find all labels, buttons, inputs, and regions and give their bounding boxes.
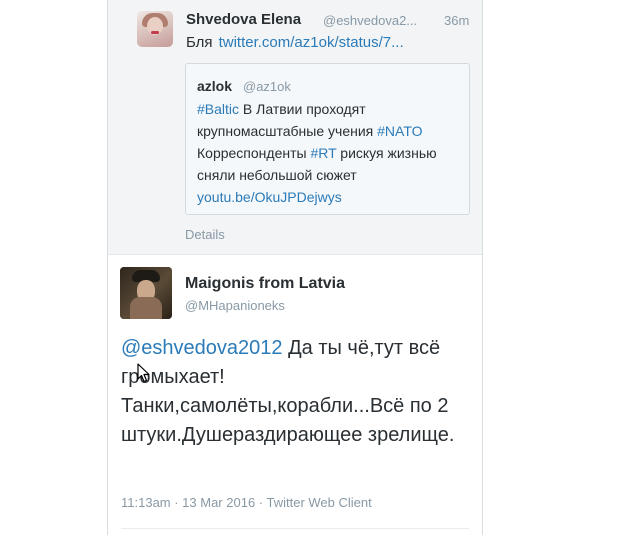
quoted-link[interactable]: youtu.be/OkuJPDejwys <box>197 189 342 205</box>
author-handle[interactable]: @MHapanioneks <box>185 298 285 313</box>
hashtag-rt[interactable]: #RT <box>310 145 336 161</box>
avatar[interactable] <box>137 11 173 47</box>
mention-link[interactable]: @eshvedova2012 <box>121 337 283 359</box>
tweet-text: Бля twitter.com/az1ok/status/7... <box>186 34 404 51</box>
tweet-column: Shvedova Elena @eshvedova2... 36m Бля twi… <box>107 0 483 535</box>
quoted-author-name[interactable]: azlok <box>197 78 232 94</box>
tweet-link[interactable]: twitter.com/az1ok/status/7... <box>219 34 404 51</box>
divider <box>121 528 469 529</box>
author-name[interactable]: Shvedova Elena <box>186 11 301 28</box>
quoted-tweet-text: #Baltic В Латвии проходят крупномасштабн… <box>197 98 462 208</box>
details-link[interactable]: Details <box>185 227 225 242</box>
hashtag-baltic[interactable]: #Baltic <box>197 101 239 117</box>
tweet-time[interactable]: 36m <box>444 13 469 28</box>
author-name[interactable]: Maigonis from Latvia <box>185 275 345 293</box>
hashtag-nato[interactable]: #NATO <box>377 123 422 139</box>
main-tweet: Maigonis from Latvia @MHapanioneks @eshv… <box>108 255 482 535</box>
tweet-text: @eshvedova2012 Да ты чё,тут всё громыхае… <box>121 334 481 450</box>
tweet-timestamp[interactable]: 11:13am · 13 Mar 2016 · Twitter Web Clie… <box>121 495 372 510</box>
author-handle[interactable]: @eshvedova2... <box>323 13 418 28</box>
reply-tweet[interactable]: Shvedova Elena @eshvedova2... 36m Бля twi… <box>108 0 482 255</box>
avatar[interactable] <box>120 267 172 319</box>
quoted-author-handle[interactable]: @az1ok <box>243 79 291 94</box>
quoted-tweet[interactable]: azlok @az1ok #Baltic В Латвии проходят к… <box>185 63 470 215</box>
mouse-cursor-icon <box>137 363 150 383</box>
tweet-text-body: Бля <box>186 34 213 51</box>
quoted-text-part: Корреспонденты <box>197 145 311 161</box>
